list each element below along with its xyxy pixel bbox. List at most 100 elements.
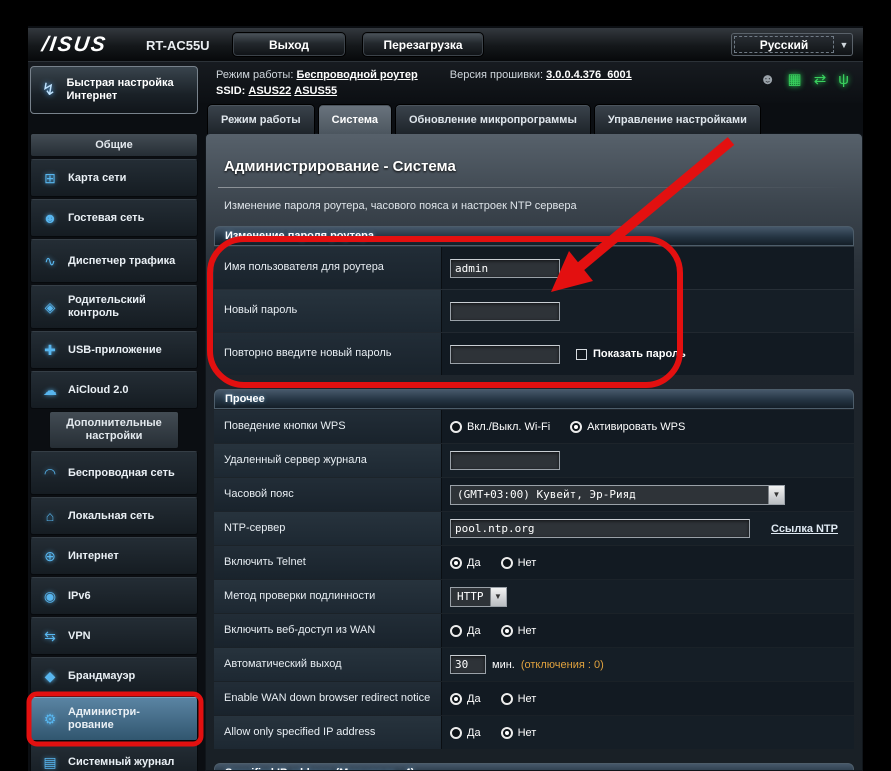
ssid-link-2[interactable]: ASUS55	[294, 85, 337, 97]
sidebar-item-label: Брандмауэр	[68, 670, 135, 683]
reboot-button[interactable]: Перезагрузка	[362, 32, 484, 57]
table-row: Allow only specified IP address Да Нет	[214, 716, 854, 749]
title-divider	[218, 187, 850, 188]
telnet-yes-radio[interactable]	[450, 557, 462, 569]
ipv6-icon: ◉	[39, 588, 61, 605]
remote-log-server-input[interactable]	[450, 451, 560, 470]
wan-web-no-radio[interactable]	[501, 625, 513, 637]
logout-button[interactable]: Выход	[232, 32, 346, 57]
table-row: Имя пользователя для роутера	[214, 247, 854, 289]
sidebar-item-lan[interactable]: ⌂ Локальная сеть	[30, 497, 198, 535]
sidebar-item-firewall[interactable]: ◆ Брандмауэр	[30, 657, 198, 695]
table-row: Удаленный сервер журнала	[214, 444, 854, 477]
table-row: Включить Telnet Да Нет	[214, 546, 854, 579]
cloud-icon: ☁	[39, 382, 61, 399]
table-row: Enable WAN down browser redirect notice …	[214, 682, 854, 715]
usb-application-icon: ✚	[39, 342, 61, 359]
wireless-icon: ◠	[39, 465, 61, 482]
sidebar-item-system-log[interactable]: ▤ Системный журнал	[30, 743, 198, 771]
sidebar-item-label: AiCloud 2.0	[68, 384, 129, 397]
new-password-input[interactable]	[450, 302, 560, 321]
sidebar-item-usb-application[interactable]: ✚ USB-приложение	[30, 331, 198, 369]
show-password-checkbox[interactable]	[576, 349, 587, 360]
table-row: Включить веб-доступ из WAN Да Нет	[214, 614, 854, 647]
wps-activate-radio[interactable]	[570, 421, 582, 433]
radio-label: Да	[467, 625, 481, 637]
radio-label: Нет	[518, 625, 537, 637]
table-row: Метод проверки подлинности HTTP ▼	[214, 580, 854, 613]
radio-label: Нет	[518, 727, 537, 739]
ntp-server-input[interactable]	[450, 519, 750, 538]
sidebar-item-parental-control[interactable]: ◈ Родительский контроль	[30, 285, 198, 329]
ssid-link-1[interactable]: ASUS22	[248, 85, 291, 97]
row-label: Включить Telnet	[214, 546, 442, 579]
language-select[interactable]: Русский ▼	[731, 33, 853, 56]
sidebar-item-label: Локальная сеть	[68, 510, 154, 523]
allow-ip-no-radio[interactable]	[501, 727, 513, 739]
sidebar-item-wan[interactable]: ⊕ Интернет	[30, 537, 198, 575]
sidebar-item-vpn[interactable]: ⇆ VPN	[30, 617, 198, 655]
lan-status-icon[interactable]: ▦	[788, 70, 802, 88]
firmware-link[interactable]: 3.0.0.4.376_6001	[546, 69, 632, 81]
sidebar-item-aicloud[interactable]: ☁ AiCloud 2.0	[30, 371, 198, 409]
sidebar-item-traffic-manager[interactable]: ∿ Диспетчер трафика	[30, 239, 198, 283]
misc-table: Поведение кнопки WPS Вкл./Выкл. Wi-Fi Ак…	[214, 410, 854, 749]
internet-status-icon[interactable]: ⇄	[814, 70, 827, 88]
timezone-select[interactable]: (GMT+03:00) Кувейт, Эр-Рияд ▼	[450, 485, 785, 505]
sidebar-item-quick-setup[interactable]: ↯ Быстрая настройка Интернет	[30, 66, 198, 114]
mode-link[interactable]: Беспроводной роутер	[296, 69, 417, 81]
sidebar-item-label: Родительский контроль	[68, 294, 178, 319]
radio-label: Нет	[518, 693, 537, 705]
row-label: Удаленный сервер журнала	[214, 444, 442, 477]
clients-icon[interactable]: ☻	[760, 71, 776, 88]
table-row: Автоматический выход мин. (отключения : …	[214, 648, 854, 681]
chevron-down-icon: ▼	[768, 486, 784, 504]
sidebar-item-label: Системный журнал	[68, 756, 174, 769]
sidebar-item-ipv6[interactable]: ◉ IPv6	[30, 577, 198, 615]
sidebar-item-wireless[interactable]: ◠ Беспроводная сеть	[30, 451, 198, 495]
sidebar-header-advanced: Дополнительные настройки	[49, 411, 179, 449]
sidebar: ↯ Быстрая настройка Интернет Общие ⊞ Кар…	[30, 66, 198, 771]
tab-settings-management[interactable]: Управление настройками	[594, 104, 761, 134]
row-label: Повторно введите новый пароль	[214, 333, 442, 375]
row-label: Allow only specified IP address	[214, 716, 442, 749]
radio-label: Нет	[518, 557, 537, 569]
auth-method-select[interactable]: HTTP ▼	[450, 587, 507, 607]
sidebar-item-label: Беспроводная сеть	[68, 467, 178, 480]
table-row: Часовой пояс (GMT+03:00) Кувейт, Эр-Рияд…	[214, 478, 854, 511]
vpn-icon: ⇆	[39, 628, 61, 645]
tab-system[interactable]: Система	[318, 104, 392, 134]
administration-icon: ⚙	[39, 711, 61, 728]
wan-down-no-radio[interactable]	[501, 693, 513, 705]
router-username-input[interactable]	[450, 259, 560, 278]
sidebar-item-label: VPN	[68, 630, 91, 643]
auto-logout-input[interactable]	[450, 655, 486, 674]
tab-firmware-upgrade[interactable]: Обновление микропрограммы	[395, 104, 591, 134]
table-row: Новый пароль	[214, 290, 854, 332]
traffic-manager-icon: ∿	[39, 253, 61, 270]
sidebar-item-network-map[interactable]: ⊞ Карта сети	[30, 159, 198, 197]
ntp-link[interactable]: Ссылка NTP	[771, 523, 838, 535]
usb-status-icon[interactable]: ψ	[838, 71, 849, 88]
radio-label: Активировать WPS	[587, 421, 685, 433]
wan-down-yes-radio[interactable]	[450, 693, 462, 705]
wan-web-yes-radio[interactable]	[450, 625, 462, 637]
timezone-value: (GMT+03:00) Кувейт, Эр-Рияд	[451, 486, 768, 504]
ssid-label: SSID:	[216, 85, 245, 97]
internet-icon: ⊕	[39, 548, 61, 565]
sidebar-item-guest-network[interactable]: ☻ Гостевая сеть	[30, 199, 198, 237]
table-row: Повторно введите новый пароль Показать п…	[214, 333, 854, 375]
sidebar-item-label: Администри­рование	[68, 706, 178, 731]
allow-ip-yes-radio[interactable]	[450, 727, 462, 739]
top-bar: /ISUS RT-AC55U Выход Перезагрузка Русски…	[28, 28, 863, 62]
section-header-password: Изменение пароля роутера	[214, 226, 854, 246]
auto-logout-suffix: мин.	[492, 659, 515, 671]
sidebar-item-administration[interactable]: ⚙ Администри­рование	[30, 697, 198, 741]
firewall-icon: ◆	[39, 668, 61, 685]
tab-operation-mode[interactable]: Режим работы	[207, 104, 315, 134]
telnet-no-radio[interactable]	[501, 557, 513, 569]
tab-bar: Режим работы Система Обновление микропро…	[207, 104, 761, 134]
status-icons: ☻ ▦ ⇄ ψ	[760, 70, 849, 88]
wps-toggle-wifi-radio[interactable]	[450, 421, 462, 433]
retype-password-input[interactable]	[450, 345, 560, 364]
